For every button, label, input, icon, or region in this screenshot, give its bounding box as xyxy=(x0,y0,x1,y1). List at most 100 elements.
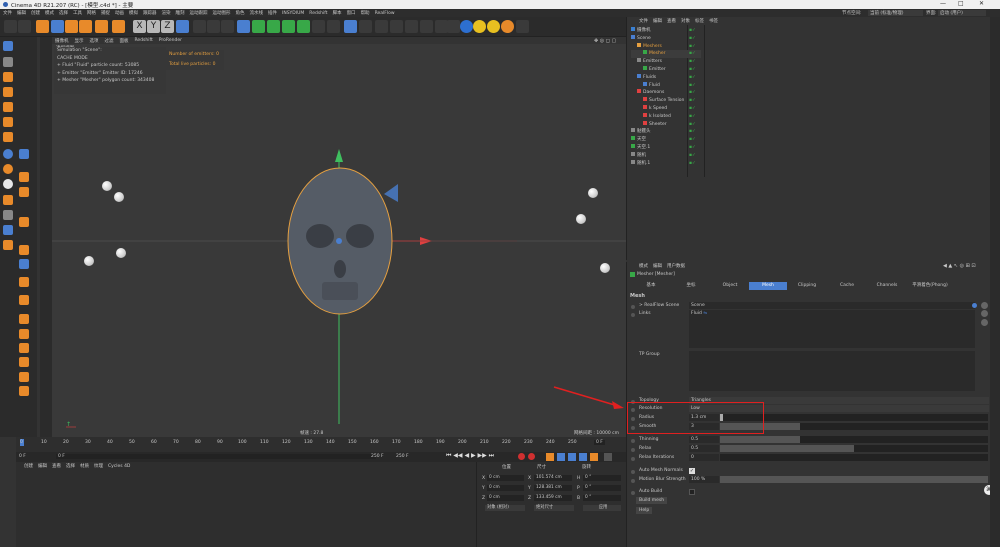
naming-icon[interactable] xyxy=(420,20,433,33)
live-select-icon[interactable] xyxy=(36,20,49,33)
y-axis-arrow-icon[interactable] xyxy=(335,149,343,162)
rotation-p-field[interactable]: 0 ° xyxy=(583,485,621,491)
menu-item-create[interactable]: 创建 xyxy=(31,10,40,16)
grid-tool-icon[interactable] xyxy=(19,295,29,305)
object-row[interactable]: Sheeter xyxy=(631,120,667,129)
object-row[interactable]: Emitter xyxy=(631,66,666,74)
script-c-icon[interactable] xyxy=(3,179,13,189)
viewport-menu-display[interactable]: 显示 xyxy=(75,38,84,44)
relax-field[interactable]: 0.5 xyxy=(689,445,719,452)
viewport-menu-panel[interactable]: 面板 xyxy=(120,38,129,44)
material-menu-edit[interactable]: 编辑 xyxy=(38,463,47,469)
anim-dot[interactable] xyxy=(631,448,635,452)
polygons-mode-icon[interactable] xyxy=(3,132,13,142)
menu-item-edit[interactable]: 编辑 xyxy=(17,10,26,16)
build-mesh-button[interactable]: Build mesh xyxy=(636,497,668,504)
autokey-icon[interactable] xyxy=(528,453,535,460)
end-frame-field[interactable]: 250 F xyxy=(371,454,384,459)
emitter-tool-icon[interactable] xyxy=(19,172,29,182)
menu-item-file[interactable]: 文件 xyxy=(3,10,12,16)
anim-dot[interactable] xyxy=(631,491,635,495)
size-x-field[interactable]: 101.574 cm xyxy=(534,475,572,481)
workplane-icon[interactable] xyxy=(405,20,418,33)
light-bulb-icon[interactable] xyxy=(375,20,388,33)
visibility-toggle-icon[interactable]: ▪✓ xyxy=(689,121,696,129)
layout-dropdown[interactable]: 启动 (用户) xyxy=(938,10,986,16)
visibility-toggle-icon[interactable]: ▪✓ xyxy=(689,35,696,43)
position-z-field[interactable]: 0 cm xyxy=(487,495,524,501)
timeline-menu-icon[interactable] xyxy=(604,453,612,461)
motion-blur-field[interactable]: 100 % xyxy=(689,476,719,483)
object-row[interactable]: 骷髅头 xyxy=(631,128,651,136)
scene-pick-icon[interactable] xyxy=(981,302,988,309)
coordinate-system-icon[interactable] xyxy=(176,20,189,33)
menu-item-tracker[interactable]: 跟踪器 xyxy=(143,10,157,16)
object-row[interactable]: Meshers xyxy=(631,42,662,51)
symmetry-icon[interactable] xyxy=(390,20,403,33)
script-b-icon[interactable] xyxy=(3,164,13,174)
help-button[interactable]: Help xyxy=(636,507,653,514)
key-scale-icon[interactable] xyxy=(579,453,587,461)
visibility-toggle-icon[interactable]: ▪✓ xyxy=(689,160,696,168)
cloner-icon[interactable] xyxy=(282,20,295,33)
menu-item-snap[interactable]: 捕捉 xyxy=(101,10,110,16)
obj-menu-edit[interactable]: 编辑 xyxy=(653,18,662,24)
position-y-field[interactable]: 0 cm xyxy=(487,485,524,491)
visibility-toggle-icon[interactable]: ▪✓ xyxy=(689,144,696,152)
motion-blur-slider[interactable] xyxy=(720,476,988,483)
auto-mesh-normals-checkbox[interactable]: ✓ xyxy=(689,468,695,474)
viewport-menu-options[interactable]: 选项 xyxy=(90,38,99,44)
visibility-toggle-icon[interactable]: ▪✓ xyxy=(689,152,696,160)
tab-object[interactable]: Object xyxy=(711,282,749,290)
visibility-toggle-icon[interactable]: ▪✓ xyxy=(689,66,696,74)
rotate-tool-icon[interactable] xyxy=(79,20,92,33)
relax-iterations-field[interactable]: 0 xyxy=(689,454,719,461)
tab-basic[interactable]: 基本 xyxy=(631,282,671,290)
display-mode-icon[interactable] xyxy=(344,20,357,33)
scale-tool-icon[interactable] xyxy=(65,20,78,33)
size-mode-dropdown[interactable]: 绝对尺寸 xyxy=(534,505,574,511)
transport-buttons[interactable]: ⏮ ◀◀ ◀ ▶ ▶▶ ⏭ xyxy=(446,452,494,460)
edges-mode-icon[interactable] xyxy=(3,117,13,127)
anim-dot[interactable] xyxy=(631,470,635,474)
size-y-field[interactable]: 128.381 cm xyxy=(534,485,572,491)
redo-icon[interactable] xyxy=(18,20,31,33)
thinning-field[interactable]: 0.5 xyxy=(689,436,719,443)
tab-clipping[interactable]: Clipping xyxy=(787,282,827,290)
viewport-menu-filter[interactable]: 过滤 xyxy=(105,38,114,44)
tab-mesh[interactable]: Mesh xyxy=(749,282,787,290)
menu-item-window[interactable]: 窗口 xyxy=(347,10,356,16)
menu-item-script[interactable]: 脚本 xyxy=(333,10,342,16)
links-list[interactable]: Fluid ⇋ xyxy=(689,310,975,348)
recent-tool-icon[interactable] xyxy=(95,20,108,33)
spline-tool-3-icon[interactable] xyxy=(19,357,29,367)
xp-icon[interactable] xyxy=(19,149,29,159)
anim-dot[interactable] xyxy=(631,313,635,317)
object-row[interactable]: 随机 xyxy=(631,151,646,160)
links-item-fluid[interactable]: Fluid xyxy=(691,311,702,316)
viewport-nav-icons[interactable]: ✥ ◎ ◻ ▢ xyxy=(594,38,616,44)
obj-menu-file[interactable]: 文件 xyxy=(639,18,648,24)
viewport-menu-prorender[interactable]: ProRender xyxy=(159,38,182,43)
spline-tool-icon[interactable] xyxy=(19,329,29,339)
frame-range-start[interactable]: 0 F xyxy=(56,454,376,459)
menu-item-mesh[interactable]: 网格 xyxy=(87,10,96,16)
script-s-icon[interactable] xyxy=(501,20,514,33)
realflow-icon[interactable] xyxy=(516,20,529,33)
obj-menu-object[interactable]: 对象 xyxy=(681,18,690,24)
node-space-dropdown[interactable]: 当前 (标准/物理) xyxy=(868,10,923,16)
redshift-icon[interactable] xyxy=(460,20,473,33)
material-menu-view[interactable]: 查看 xyxy=(52,463,61,469)
anim-dot[interactable] xyxy=(631,479,635,483)
3d-viewport[interactable]: 摄像机 显示 选项 过滤 面板 Redshift ProRender ↑ 透视视… xyxy=(52,37,626,437)
relax-slider[interactable] xyxy=(720,445,988,452)
object-row[interactable]: 天空 xyxy=(631,136,646,144)
floor-icon[interactable] xyxy=(312,20,325,33)
record-icon[interactable] xyxy=(518,453,525,460)
object-row[interactable]: Scene xyxy=(631,34,651,43)
attr-nav-icons[interactable]: ◀ ▲ ↖ ◎ ⊞ ⊡ xyxy=(943,263,976,269)
menu-item-render[interactable]: 渲染 xyxy=(162,10,171,16)
material-menu-texture[interactable]: 纹理 xyxy=(94,463,103,469)
cache-icon[interactable] xyxy=(19,277,29,287)
wave-tool-icon[interactable] xyxy=(19,314,29,324)
